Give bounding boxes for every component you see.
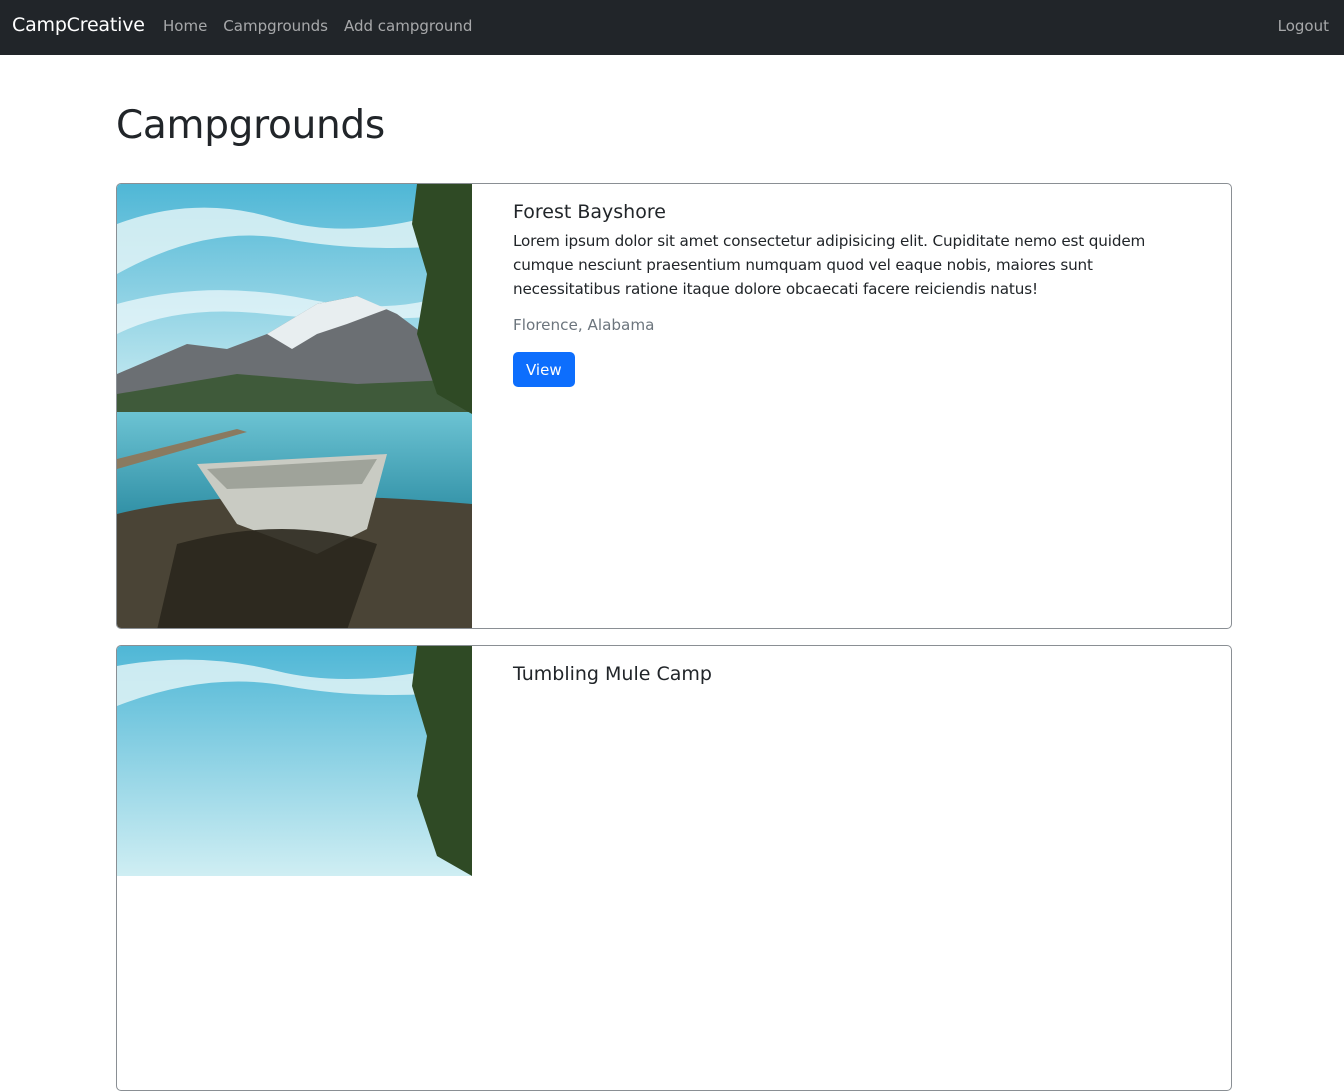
brand-link[interactable]: CampCreative: [12, 14, 145, 36]
nav-link-campgrounds[interactable]: Campgrounds: [223, 17, 328, 35]
campground-title: Tumbling Mule Camp: [513, 663, 712, 685]
view-button[interactable]: View: [513, 352, 575, 387]
nav-links: Home Campgrounds Add campground: [163, 17, 488, 35]
nav-link-home[interactable]: Home: [163, 17, 207, 35]
campground-image: [117, 184, 472, 628]
navbar: CampCreative Home Campgrounds Add campgr…: [0, 0, 1344, 55]
nav-link-add-campground[interactable]: Add campground: [344, 17, 472, 35]
page-title: Campgrounds: [116, 103, 385, 148]
campground-description: Lorem ipsum dolor sit amet consectetur a…: [513, 232, 1146, 298]
campground-image: [117, 646, 472, 1090]
card-body: Tumbling Mule Camp: [513, 662, 1201, 685]
card-body: Forest Bayshore Lorem ipsum dolor sit am…: [513, 200, 1201, 387]
campground-title: Forest Bayshore: [513, 201, 666, 223]
logout-link[interactable]: Logout: [1278, 17, 1329, 35]
campground-card: Tumbling Mule Camp: [116, 645, 1232, 1091]
campground-card: Forest Bayshore Lorem ipsum dolor sit am…: [116, 183, 1232, 629]
campground-location: Florence, Alabama: [513, 316, 655, 334]
